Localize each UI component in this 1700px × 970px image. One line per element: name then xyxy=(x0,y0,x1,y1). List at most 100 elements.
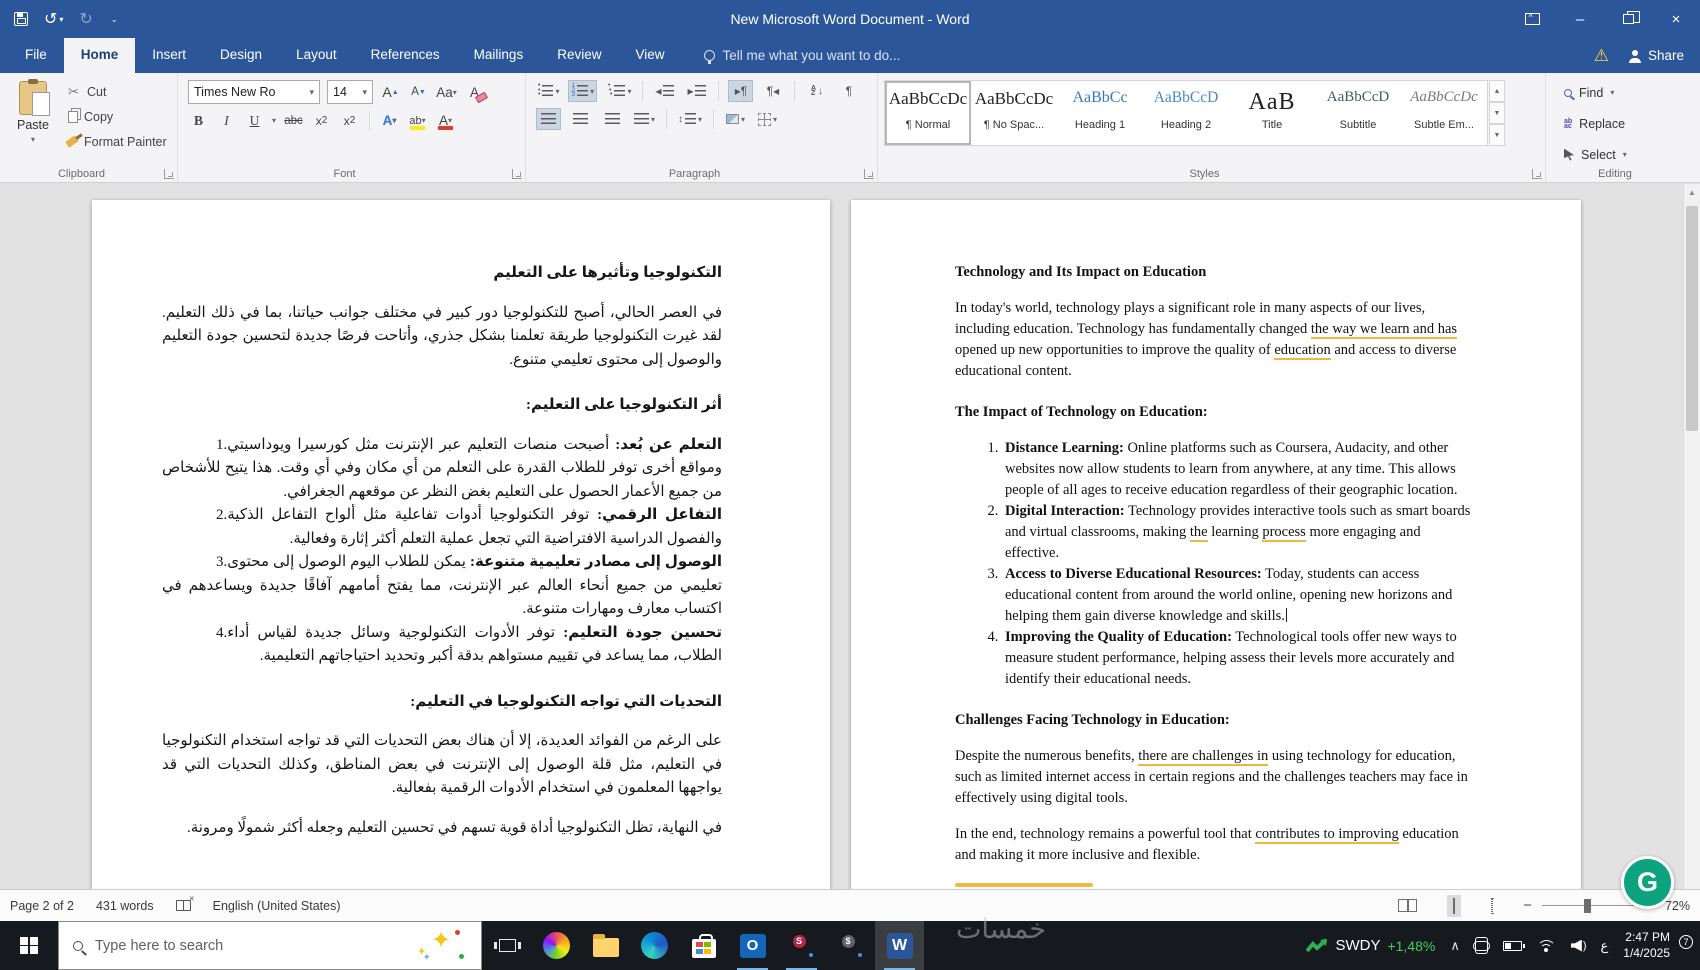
align-left-button[interactable] xyxy=(536,108,561,130)
underline-button[interactable]: U xyxy=(244,110,265,131)
style-title[interactable]: AaB Title xyxy=(1229,81,1315,145)
find-button[interactable]: Find ▾ xyxy=(1556,80,1688,105)
zoom-slider[interactable] xyxy=(1542,898,1634,913)
word-count[interactable]: 431 words xyxy=(96,899,154,913)
style-heading-2[interactable]: AaBbCcD Heading 2 xyxy=(1143,81,1229,145)
read-mode-button[interactable] xyxy=(1392,895,1423,916)
styles-scroll-up-button[interactable]: ▲ xyxy=(1489,80,1505,102)
clipboard-dialog-launcher[interactable] xyxy=(164,169,174,179)
strikethrough-button[interactable]: abc xyxy=(283,110,304,131)
tab-review[interactable]: Review xyxy=(540,38,618,73)
underline-dropdown-icon[interactable]: ▾ xyxy=(272,116,276,125)
styles-scroll-down-button[interactable]: ▼ xyxy=(1489,102,1505,124)
format-painter-button[interactable]: Format Painter xyxy=(65,131,167,152)
taskbar-app-file-explorer[interactable] xyxy=(581,921,630,970)
taskbar-app-word[interactable]: W xyxy=(875,921,924,970)
shading-button[interactable]: ▾ xyxy=(723,108,748,130)
tab-home[interactable]: Home xyxy=(63,38,136,73)
rtl-text-direction-button[interactable]: ¶◂ xyxy=(760,80,785,102)
zoom-out-button[interactable]: − xyxy=(1523,897,1532,914)
paste-dropdown-icon[interactable]: ▾ xyxy=(31,135,35,144)
ltr-text-direction-button[interactable]: ▸¶ xyxy=(728,80,754,102)
style-no-spacing[interactable]: AaBbCcDc ¶ No Spac... xyxy=(971,81,1057,145)
bold-button[interactable]: B xyxy=(188,110,209,131)
document-page-arabic[interactable]: التكنولوجيا وتأثيرها على التعليم في العص… xyxy=(92,200,830,889)
restore-button[interactable] xyxy=(1604,0,1652,38)
zoom-slider-thumb[interactable] xyxy=(1584,898,1591,913)
tab-file[interactable]: File xyxy=(8,38,64,73)
tray-expand-chevron-icon[interactable]: ∧ xyxy=(1450,938,1460,954)
styles-more-button[interactable]: ▼ xyxy=(1489,124,1505,146)
undo-dropdown-icon[interactable]: ▾ xyxy=(59,15,63,24)
select-button[interactable]: Select ▾ xyxy=(1556,142,1688,167)
replace-button[interactable]: ab ac Replace xyxy=(1556,111,1688,136)
taskbar-app-edge[interactable] xyxy=(630,921,679,970)
redo-button[interactable]: ↻ xyxy=(79,9,92,29)
clear-formatting-button[interactable]: A xyxy=(464,82,485,103)
styles-dialog-launcher[interactable] xyxy=(1532,169,1542,179)
minimize-button[interactable]: – xyxy=(1556,0,1604,38)
volume-icon[interactable]: ) xyxy=(1570,939,1586,952)
bullets-button[interactable]: • • • ▾ xyxy=(536,80,561,102)
grow-font-button[interactable]: A ▲ xyxy=(380,82,401,103)
paragraph-dialog-launcher[interactable] xyxy=(864,169,874,179)
task-view-button[interactable] xyxy=(482,921,532,970)
document-area[interactable]: التكنولوجيا وتأثيرها على التعليم في العص… xyxy=(0,184,1700,889)
copy-button[interactable]: Copy xyxy=(66,106,167,127)
decrease-indent-button[interactable]: ◂ xyxy=(652,80,677,102)
close-button[interactable]: × xyxy=(1652,0,1700,38)
align-right-button[interactable] xyxy=(600,108,625,130)
shrink-font-button[interactable]: A ▼ xyxy=(408,82,429,103)
tab-mailings[interactable]: Mailings xyxy=(457,38,541,73)
language-indicator[interactable]: English (United States) xyxy=(213,899,341,913)
tab-insert[interactable]: Insert xyxy=(135,38,203,73)
tab-view[interactable]: View xyxy=(618,38,681,73)
borders-button[interactable]: ▾ xyxy=(755,108,780,130)
style-subtitle[interactable]: AaBbCcD Subtitle xyxy=(1315,81,1401,145)
font-size-select[interactable]: 14 ▾ xyxy=(327,80,373,104)
taskbar-search-input[interactable]: Type here to search ✦ ✦ ✦ xyxy=(58,921,482,970)
ribbon-display-options-button[interactable] xyxy=(1508,0,1556,38)
taskbar-app-colorful[interactable] xyxy=(532,921,581,970)
warning-icon[interactable]: ⚠ xyxy=(1594,46,1609,66)
justify-button[interactable]: ▾ xyxy=(632,108,657,130)
scroll-up-icon[interactable]: ▲ xyxy=(1684,184,1700,197)
keyboard-language-indicator[interactable]: ع xyxy=(1601,938,1609,954)
superscript-button[interactable]: x2 xyxy=(339,110,360,131)
print-layout-button[interactable] xyxy=(1447,894,1462,917)
battery-icon[interactable] xyxy=(1502,940,1525,951)
style-subtle-emphasis[interactable]: AaBbCcDc Subtle Em... xyxy=(1401,81,1487,145)
scrollbar-thumb[interactable] xyxy=(1686,206,1698,431)
undo-button[interactable]: ↺ ▾ xyxy=(44,9,63,29)
web-layout-button[interactable] xyxy=(1485,895,1499,917)
font-color-button[interactable]: A ▾ xyxy=(435,110,456,131)
vertical-scrollbar[interactable]: ▲ xyxy=(1683,184,1700,889)
show-formatting-marks-button[interactable]: ¶ xyxy=(836,80,861,102)
paste-button[interactable]: Paste ▾ xyxy=(4,78,62,164)
line-spacing-button[interactable]: ↕ ▾ xyxy=(676,108,704,130)
numbering-button[interactable]: 1 2 3 ▾ xyxy=(568,80,598,102)
tab-references[interactable]: References xyxy=(354,38,457,73)
taskbar-clock[interactable]: 2:47 PM 1/4/2025 xyxy=(1623,930,1670,961)
align-center-button[interactable] xyxy=(568,108,593,130)
font-family-select[interactable]: Times New Ro ▾ xyxy=(188,80,320,104)
italic-button[interactable]: I xyxy=(216,110,237,131)
change-case-button[interactable]: Aa ▾ xyxy=(436,82,457,103)
text-highlight-button[interactable]: ab ▾ xyxy=(407,110,428,131)
taskbar-app-store[interactable] xyxy=(679,921,728,970)
start-button[interactable] xyxy=(0,921,58,970)
style-normal[interactable]: AaBbCcDc ¶ Normal xyxy=(885,81,971,145)
grammarly-button[interactable]: G xyxy=(1621,856,1674,909)
tab-layout[interactable]: Layout xyxy=(279,38,354,73)
tab-design[interactable]: Design xyxy=(203,38,279,73)
proofing-status-icon[interactable] xyxy=(175,895,195,911)
multilevel-list-button[interactable]: • • • ▾ xyxy=(604,80,633,102)
taskbar-app-outlook[interactable]: O xyxy=(728,921,777,970)
document-page-english[interactable]: Technology and Its Impact on Education I… xyxy=(851,200,1581,889)
style-heading-1[interactable]: AaBbCc Heading 1 xyxy=(1057,81,1143,145)
wifi-icon[interactable] xyxy=(1536,939,1556,953)
increase-indent-button[interactable]: ▸ xyxy=(684,80,709,102)
taskbar-app-chrome-1[interactable]: S xyxy=(777,921,826,970)
taskbar-app-chrome-2[interactable]: $ xyxy=(826,921,875,970)
share-button[interactable]: Share xyxy=(1628,48,1684,63)
